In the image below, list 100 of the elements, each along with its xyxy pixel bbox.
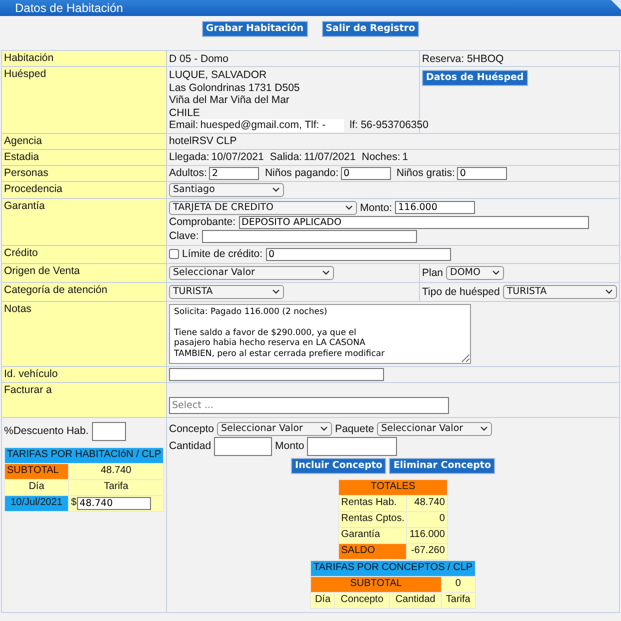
- subtotal-value: 0: [441, 576, 476, 592]
- key-label: Clave:: [169, 230, 199, 242]
- stay-label: Noches:: [362, 151, 400, 163]
- field-label: Origen de Venta: [2, 263, 166, 282]
- subtotal-label: SUBTOTAL: [310, 576, 442, 592]
- toolbar-button[interactable]: Salir de Registro: [322, 21, 420, 37]
- amount-field[interactable]: [307, 436, 398, 456]
- field-label: Huésped: [2, 66, 166, 133]
- rate-field[interactable]: 48.740: [76, 496, 151, 510]
- caret-icon: [272, 187, 280, 192]
- caret-icon: [492, 270, 500, 275]
- package-dropdown[interactable]: Seleccionar Valor: [377, 422, 492, 436]
- column-header: Día: [310, 592, 335, 608]
- receipt-field[interactable]: DEPOSITO APLICADO: [238, 216, 589, 228]
- subtotal-label: SUBTOTAL: [4, 463, 68, 479]
- guest-info-line: CHILE: [169, 106, 201, 119]
- total-label: Garantía: [338, 527, 407, 543]
- stay-label: Salida:: [270, 151, 302, 163]
- total-value: 116.000: [406, 527, 448, 543]
- total-value: 48.740: [406, 495, 448, 511]
- quantity-field[interactable]: [214, 436, 272, 456]
- input-field[interactable]: 0: [340, 166, 391, 180]
- package-label: Paquete: [334, 422, 374, 434]
- table-title: TARIFAS POR CONCEPTOS / CLP: [310, 560, 476, 576]
- credit-limit-label: Límite de crédito:: [182, 248, 263, 260]
- currency-sign: $: [70, 497, 77, 509]
- bill-to-field[interactable]: Select ...: [169, 396, 449, 414]
- guest-type-dropdown[interactable]: TURISTA: [502, 284, 617, 298]
- concept-label: Concepto: [169, 422, 214, 434]
- discount-field[interactable]: [92, 422, 126, 440]
- phone-value: lf: 56-953706350: [350, 119, 428, 132]
- receipt-label: Comprobante:: [169, 216, 236, 228]
- agency-value: hotelRSV CLP: [169, 135, 237, 147]
- field-label: Habitación: [2, 50, 166, 66]
- concept-button[interactable]: Eliminar Concepto: [389, 458, 495, 474]
- sales-origin-dropdown[interactable]: Seleccionar Valor: [169, 266, 334, 280]
- concept-button[interactable]: Incluir Concepto: [291, 458, 386, 474]
- input-field[interactable]: 2: [208, 166, 259, 180]
- caret-icon: [345, 205, 353, 210]
- room-value: D 05 - Domo: [169, 52, 229, 64]
- guest-info-line: Viña del Mar Viña del Mar: [169, 94, 290, 106]
- column-header: Cantidad: [389, 592, 442, 608]
- people-label: Niños pagando:: [264, 167, 339, 179]
- field-label: Crédito: [2, 245, 166, 263]
- subtotal-value: 48.740: [68, 463, 164, 479]
- stay-value: 1: [402, 151, 408, 163]
- total-label: Rentas Hab.: [338, 495, 407, 511]
- corner-fold-icon: [611, 0, 621, 10]
- table-title: TARIFAS POR HABITACIóN / CLP: [4, 447, 164, 463]
- total-label: SALDO: [338, 543, 407, 559]
- category-dropdown[interactable]: TURISTA: [169, 284, 284, 298]
- guest-data-button[interactable]: Datos de Huésped: [422, 70, 528, 86]
- field-label: Categoría de atención: [2, 282, 166, 301]
- total-value: 0: [406, 511, 448, 527]
- amount-field[interactable]: 116.000: [395, 201, 476, 214]
- total-value: -67.260: [406, 543, 448, 559]
- field-label: Personas: [2, 165, 166, 181]
- origin-dropdown[interactable]: Santiago: [169, 182, 284, 196]
- total-label: Rentas Cptos.: [338, 511, 407, 527]
- email-value: huesped@gmail.com, Tlf: -: [200, 119, 344, 132]
- field-label: Garantía: [2, 198, 166, 245]
- field-label: Procedencia: [2, 181, 166, 198]
- reservation-label: Reserva:: [422, 52, 464, 64]
- caret-icon: [320, 426, 328, 431]
- caret-icon: [605, 289, 613, 294]
- column-header: Tarifa: [68, 479, 164, 495]
- date-cell: 10/Jul/2021: [4, 495, 68, 511]
- credit-limit-field[interactable]: 0: [266, 248, 451, 260]
- stay-label: Llegada:: [169, 151, 210, 163]
- notes-field[interactable]: Solicita: Pagado 116.000 (2 noches) Tiene saldo a favor de $290.000, ya que el pasajero habia hecho reserva en LA CASONA TAMBIEN, pero al estar cerrada prefiere modificar: [169, 304, 471, 364]
- key-field[interactable]: [202, 230, 417, 242]
- toolbar-button[interactable]: Grabar Habitación: [202, 21, 308, 37]
- caret-icon: [480, 426, 488, 431]
- vehicle-field[interactable]: [169, 368, 384, 380]
- stay-value: 10/07/2021: [211, 151, 264, 163]
- field-label: Estadia: [2, 149, 166, 165]
- discount-label: %Descuento Hab.: [4, 425, 89, 437]
- column-header: Concepto: [334, 592, 390, 608]
- credit-checkbox[interactable]: [169, 249, 179, 259]
- field-label: Facturar a: [2, 382, 166, 417]
- email-label: Email:: [169, 119, 198, 132]
- people-label: Adultos:: [169, 167, 207, 179]
- amount-label: Monto: [275, 440, 304, 452]
- column-header: Día: [4, 479, 68, 495]
- caret-icon: [322, 270, 330, 275]
- plan-label: Plan: [422, 266, 444, 278]
- reservation-code: 5HBOQ: [466, 52, 504, 64]
- guarantee-dropdown[interactable]: TARJETA DE CREDITO: [169, 200, 357, 214]
- field-label: Id. vehículo: [2, 366, 166, 382]
- window-title: Datos de Habitación: [14, 2, 124, 14]
- plan-dropdown[interactable]: DOMO: [446, 266, 504, 280]
- quantity-label: Cantidad: [169, 440, 212, 452]
- field-label: Notas: [2, 301, 166, 366]
- amount-label: Monto:: [360, 202, 392, 214]
- field-label: Agencia: [2, 133, 166, 149]
- input-field[interactable]: 0: [456, 166, 507, 180]
- concept-dropdown[interactable]: Seleccionar Valor: [216, 422, 332, 436]
- guest-type-label: Tipo de huésped: [422, 286, 500, 298]
- people-label: Niños gratis:: [396, 167, 455, 179]
- stay-value: 11/07/2021: [304, 151, 356, 163]
